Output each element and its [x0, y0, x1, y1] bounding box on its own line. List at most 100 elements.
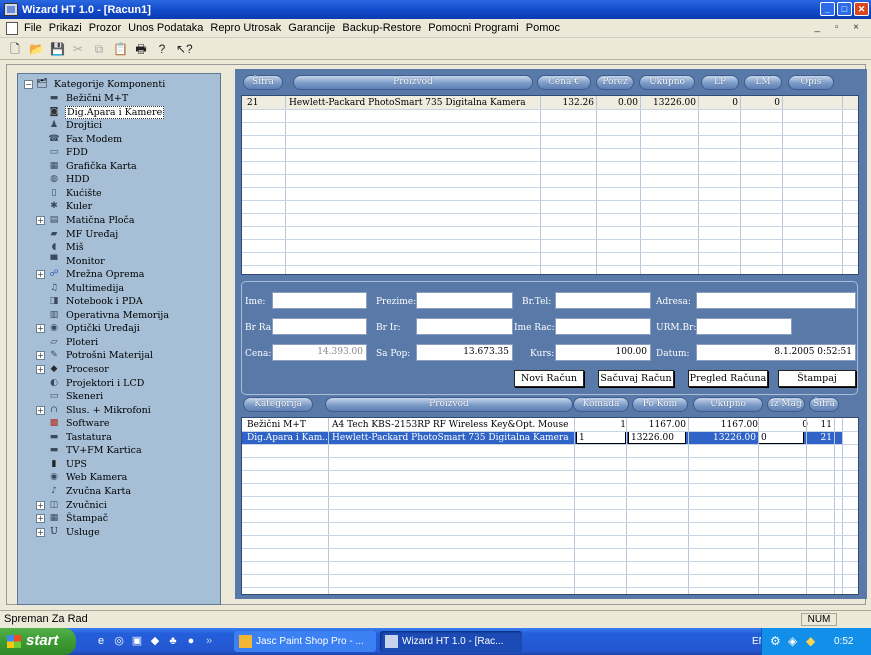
taskbar-item-paintshop[interactable]: Jasc Paint Shop Pro - ... — [234, 631, 376, 652]
col-header-iz-mag[interactable]: Iz Mag — [767, 397, 805, 412]
help-icon[interactable]: ? — [155, 42, 169, 56]
quicklaunch-media-icon[interactable]: ◆ — [148, 634, 162, 648]
cell-kategorija[interactable]: Bežični M+T — [247, 419, 327, 431]
komada-edit[interactable]: 1 — [576, 431, 626, 444]
tray-network-icon[interactable]: ⚙ — [770, 634, 781, 648]
tree-item[interactable]: ▯ Kućište — [36, 187, 103, 200]
expand-icon[interactable]: + — [36, 405, 45, 415]
col-header-porez[interactable]: Porez — [596, 75, 634, 90]
brir-field[interactable] — [416, 318, 513, 335]
urmbr-field[interactable] — [696, 318, 792, 335]
cell-kategorija[interactable]: Dig.Apara i Kam... — [247, 432, 327, 444]
expand-icon[interactable]: + — [36, 215, 45, 225]
tree-item[interactable]: ▦ Grafička Karta — [36, 160, 138, 173]
tree-item[interactable]: ▬ Bežični M+T — [36, 92, 129, 105]
col-header-kategorija[interactable]: Kategorija — [243, 397, 313, 412]
col-header-lm[interactable]: LM — [744, 75, 782, 90]
tree-item[interactable]: + ☍ Mrežna Oprema — [36, 268, 145, 281]
tree-item[interactable]: ♟ Drojtici — [36, 119, 103, 132]
tree-item[interactable]: ▮ UPS — [36, 458, 88, 471]
tree-item[interactable]: ♪ Zvučna Karta — [36, 485, 132, 498]
tree-item[interactable]: + ∩ Slus. + Mikrofoni — [36, 404, 152, 417]
col-header-bottom-proizvod[interactable]: Proizvod — [325, 397, 573, 412]
tree-root[interactable]: − 🗂 Kategorije Komponenti — [24, 78, 166, 91]
taskbar-item-wizard[interactable]: Wizard HT 1.0 - [Rac... — [380, 631, 522, 652]
tree-item[interactable]: ▬ TV+FM Kartica — [36, 444, 143, 457]
tree-item[interactable]: + ✎ Potrošni Materijal — [36, 349, 154, 362]
expand-icon[interactable]: + — [36, 365, 45, 374]
kurs-field[interactable]: 100.00 — [555, 344, 651, 361]
pregled-racuna-button[interactable]: Pregled Računa — [688, 370, 768, 387]
menu-garancije[interactable]: Garancije — [288, 22, 335, 34]
menu-prozor[interactable]: Prozor — [89, 22, 121, 34]
expand-icon[interactable]: + — [36, 514, 45, 524]
menu-file[interactable]: File — [24, 22, 42, 34]
context-help-icon[interactable]: ↖? — [176, 42, 193, 56]
cell-komada[interactable]: 1 — [576, 419, 626, 431]
tree-item[interactable]: ◐ Projektori i LCD — [36, 377, 145, 390]
datum-field[interactable]: 8.1.2005 0:52:51 — [696, 344, 856, 361]
cell-po-kom[interactable]: 1167.00 — [628, 419, 686, 431]
tree-item[interactable]: ◨ Notebook i PDA — [36, 295, 144, 308]
tray-app-icon[interactable]: ◆ — [806, 634, 815, 648]
col-header-komada[interactable]: Komada — [573, 397, 629, 412]
stampaj-button[interactable]: Štampaj — [778, 370, 856, 387]
tree-item[interactable]: ▀ Monitor — [36, 255, 106, 268]
menu-repro-utrosak[interactable]: Repro Utrosak — [210, 22, 281, 34]
iz-mag-edit[interactable]: 0 — [758, 431, 804, 444]
tree-item[interactable]: ▥ Operativna Memorija — [36, 309, 170, 322]
minimize-button[interactable]: _ — [820, 2, 835, 16]
imerac-field[interactable] — [555, 318, 651, 335]
cell-ukupno[interactable]: 1167.00 — [690, 419, 758, 431]
cell-porez[interactable]: 0.00 — [598, 97, 638, 109]
menu-backup-restore[interactable]: Backup-Restore — [342, 22, 421, 34]
paste-icon[interactable]: 📋 — [113, 42, 128, 56]
cell-sifra[interactable]: 21 — [247, 97, 258, 109]
quicklaunch-messenger-icon[interactable]: ♣ — [166, 634, 180, 648]
novi-racun-button[interactable]: Novi Račun — [514, 370, 584, 387]
prezime-field[interactable] — [416, 292, 513, 309]
quicklaunch-desktop-icon[interactable]: ▣ — [130, 634, 144, 648]
mdi-window-controls[interactable]: _ ▫ × — [814, 22, 865, 33]
cell-lp[interactable]: 0 — [700, 97, 738, 109]
col-header-po-kom[interactable]: Po Kom — [632, 397, 688, 412]
expand-icon[interactable]: + — [36, 351, 45, 361]
tree-item[interactable]: + ▤ Matična Ploča — [36, 214, 136, 227]
invoice-items-grid[interactable]: Bežični M+T A4 Tech KBS-2153RP RF Wirele… — [241, 417, 859, 595]
cell-proizvod[interactable]: A4 Tech KBS-2153RP RF Wireless Key&Opt. … — [332, 419, 572, 431]
expand-icon[interactable]: + — [36, 527, 45, 537]
cell-ukupno[interactable]: 13226.00 — [690, 432, 756, 444]
brtel-field[interactable] — [555, 292, 651, 309]
menu-pomoc[interactable]: Pomoc — [526, 22, 560, 34]
copy-icon[interactable]: ⧉ — [92, 42, 106, 56]
col-header-cena[interactable]: Cena € — [537, 75, 591, 90]
menu-unos-podataka[interactable]: Unos Podataka — [128, 22, 203, 34]
col-header-bottom-sifra[interactable]: Šifra — [809, 397, 839, 412]
quicklaunch-outlook-icon[interactable]: ◎ — [112, 634, 126, 648]
ime-field[interactable] — [272, 292, 367, 309]
category-tree[interactable]: − 🗂 Kategorije Komponenti ▬ Bežični M+T ◙ D… — [17, 73, 221, 605]
tree-item[interactable]: ▰ MF Uređaj — [36, 228, 119, 241]
selected-products-grid[interactable]: 21 Hewlett-Packard PhotoSmart 735 Digita… — [241, 95, 859, 275]
maximize-button[interactable]: □ — [837, 2, 852, 16]
cell-sifra[interactable]: 21 — [810, 432, 832, 444]
quicklaunch-ie-icon[interactable]: e — [94, 634, 108, 648]
quicklaunch-player-icon[interactable]: ● — [184, 634, 198, 648]
tree-item[interactable]: ▭ FDD — [36, 146, 89, 159]
cell-cena[interactable]: 132.26 — [542, 97, 595, 109]
cell-iz-mag[interactable]: 0 — [762, 419, 808, 431]
cell-proizvod[interactable]: Hewlett-Packard PhotoSmart 735 Digitalna… — [332, 432, 572, 444]
tree-item[interactable]: ▭ Skeneri — [36, 390, 104, 403]
tree-item[interactable]: + ▦ Štampač — [36, 512, 109, 525]
col-header-proizvod[interactable]: Proizvod — [293, 75, 533, 90]
cell-proizvod[interactable]: Hewlett-Packard PhotoSmart 735 Digitalna… — [289, 97, 539, 109]
expand-icon[interactable]: + — [36, 500, 45, 510]
print-icon[interactable]: 🖶 — [134, 42, 148, 56]
save-icon[interactable]: 💾 — [50, 42, 65, 56]
col-header-opis[interactable]: Opis — [788, 75, 834, 90]
col-header-bottom-ukupno[interactable]: Ukupno — [693, 397, 763, 412]
window-title-bar[interactable]: Wizard HT 1.0 - [Racun1] _ □ ✕ — [0, 0, 871, 19]
menu-pomocni-programi[interactable]: Pomocni Programi — [428, 22, 518, 34]
tree-item[interactable]: ◙ Dig.Apara i Kamere — [36, 105, 165, 119]
col-header-ukupno[interactable]: Ukupno — [639, 75, 695, 90]
